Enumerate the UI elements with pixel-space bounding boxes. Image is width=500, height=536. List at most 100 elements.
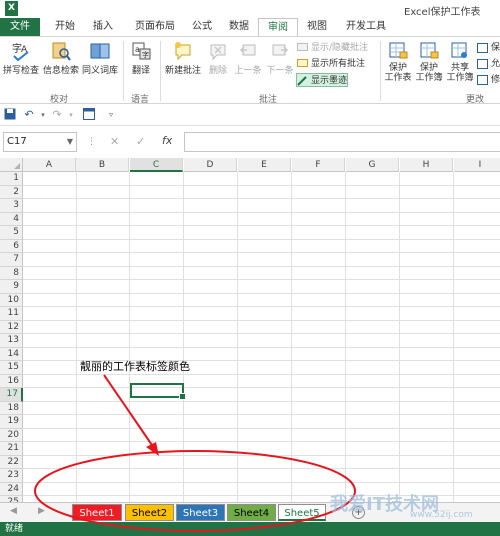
row-header-20[interactable]: 20 [0,428,23,442]
share-workbook-button[interactable]: 共享 工作簿 [445,41,475,83]
next-comment-icon [272,44,289,56]
column-header-i[interactable]: I [454,158,500,172]
protect-sheet-button[interactable]: 保护 工作表 [383,41,413,83]
row-header-19[interactable]: 19 [0,415,23,429]
grid-row-line [23,198,500,199]
sheet-tab-sheet1[interactable]: Sheet1 [72,504,122,521]
research-book-icon [52,42,71,61]
column-header-d[interactable]: D [184,158,237,172]
research-button[interactable]: 信息检索 [42,41,80,76]
row-header-22[interactable]: 22 [0,455,23,469]
row-header-17[interactable]: 17 [0,388,23,402]
thesaurus-book-icon [90,43,110,59]
row-header-3[interactable]: 3 [0,199,23,213]
grid-row-line [23,400,500,402]
tab-insert[interactable]: 插入 [86,18,120,36]
row-header-4[interactable]: 4 [0,212,23,226]
row-header-24[interactable]: 24 [0,482,23,496]
tab-developer[interactable]: 开发工具 [338,18,394,36]
active-cell-selection[interactable] [130,383,186,400]
undo-dropdown-icon[interactable]: ▾ [36,108,50,122]
protect-workbook-button[interactable]: 保护 工作簿 [414,41,444,83]
column-header-a[interactable]: A [23,158,76,172]
grid-column-line [453,172,454,502]
cancel-icon[interactable]: ✕ [110,135,119,148]
sheet-tab-sheet2[interactable]: Sheet2 [125,504,174,521]
column-header-f[interactable]: F [292,158,345,172]
row-header-7[interactable]: 7 [0,253,23,267]
translate-button[interactable]: a 字 翻译 [126,41,156,76]
allow-edit-ranges-icon [477,59,488,69]
share-workbook-label-1: 共享 [450,63,469,73]
sheet-tab-sheet4[interactable]: Sheet4 [227,504,276,521]
delete-comment-button[interactable]: 删除 [205,41,231,76]
excel-app-icon[interactable]: X [5,1,18,16]
enter-icon[interactable]: ✓ [136,135,145,148]
show-hide-comment-button[interactable]: 显示/隐藏批注 [297,41,368,55]
tab-view[interactable]: 视图 [300,18,334,36]
show-all-comments-button[interactable]: 显示所有批注 [297,57,365,71]
save-icon[interactable] [3,108,17,122]
tab-page-layout[interactable]: 页面布局 [126,18,184,36]
scroll-left-icon[interactable]: ◀ [10,506,17,516]
row-header-13[interactable]: 13 [0,334,23,348]
show-ink-label: 显示墨迹 [311,76,348,86]
redo-icon[interactable]: ↷ [50,108,64,122]
tab-review[interactable]: 审阅 [258,18,298,37]
row-header-12[interactable]: 12 [0,320,23,334]
protect-workbook-label-1: 保护 [419,63,438,73]
tab-file[interactable]: 文件 [0,18,40,36]
show-ink-button[interactable]: 显示墨迹 [296,73,349,87]
scroll-right-icon[interactable]: ▶ [38,506,45,516]
row-header-14[interactable]: 14 [0,347,23,361]
row-header-23[interactable]: 23 [0,469,23,483]
insert-function-icon[interactable]: fx [162,134,172,147]
column-header-e[interactable]: E [238,158,291,172]
select-all-corner[interactable] [0,158,23,172]
row-header-18[interactable]: 18 [0,401,23,415]
row-header-8[interactable]: 8 [0,266,23,280]
row-header-16[interactable]: 16 [0,374,23,388]
window-form-icon [83,108,95,120]
worksheet-grid[interactable]: ABCDEFGHI 1 2 3 4 5 6 7 8 9 10 11 12 13 14 15 16 17 18 19 2… [0,158,500,502]
form-icon[interactable] [82,108,96,122]
delete-comment-icon [210,44,226,61]
column-header-g[interactable]: G [346,158,399,172]
row-header-11[interactable]: 11 [0,307,23,321]
row-header-2[interactable]: 2 [0,185,23,199]
chevron-down-icon[interactable]: ▼ [67,133,73,151]
protect-share-button[interactable]: 保 [477,41,500,55]
row-header-6[interactable]: 6 [0,239,23,253]
column-header-h[interactable]: H [400,158,453,172]
customize-toolbar-icon[interactable]: ▿ [104,108,118,122]
row-header-21[interactable]: 21 [0,442,23,456]
spell-check-button[interactable]: 字 A 拼写检查 [3,41,39,76]
track-changes-button[interactable]: 修 [477,73,500,87]
tab-formulas[interactable]: 公式 [186,18,218,36]
next-comment-button[interactable]: 下一条 [265,41,295,76]
previous-comment-button[interactable]: 上一条 [233,41,263,76]
row-header-5[interactable]: 5 [0,226,23,240]
thesaurus-button[interactable]: 同义词库 [81,41,119,76]
resize-handle-icon[interactable]: ⋮ [87,137,96,147]
row-header-1[interactable]: 1 [0,172,23,186]
undo-icon[interactable]: ↶ [22,108,36,122]
sheet-tab-sheet5[interactable]: Sheet5 [278,504,326,521]
formula-bar: C17 ▼ ⋮ ✕ ✓ fx [0,126,500,158]
row-header-15[interactable]: 15 [0,361,23,375]
sheet-tab-sheet3[interactable]: Sheet3 [176,504,225,521]
formula-input[interactable] [184,132,500,152]
row-header-9[interactable]: 9 [0,280,23,294]
tab-data[interactable]: 数据 [222,18,256,36]
tab-home[interactable]: 开始 [46,18,84,36]
redo-dropdown-icon[interactable]: ▾ [64,108,78,122]
quick-access-toolbar: ↶ ▾ ↷ ▾ ▿ [0,104,500,126]
new-comment-button[interactable]: 新建批注 [163,41,203,76]
group-separator [380,41,381,101]
name-box[interactable]: C17 ▼ [3,132,77,152]
row-header-10[interactable]: 10 [0,293,23,307]
allow-edit-ranges-button[interactable]: 允 [477,57,500,71]
column-header-c[interactable]: C [130,158,183,172]
grid-row-line [23,333,500,334]
column-header-b[interactable]: B [76,158,129,172]
